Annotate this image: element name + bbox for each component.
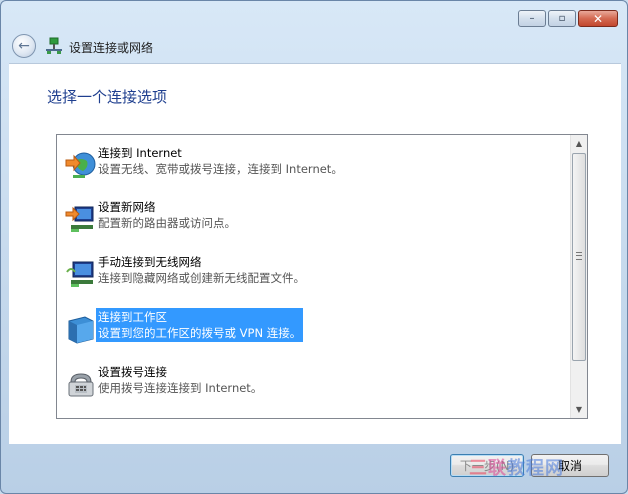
minimize-button[interactable]: – [518,10,546,27]
option-title: 设置新网络 [98,200,156,214]
option-title: 连接到工作区 [98,310,167,324]
option-new-network[interactable]: 设置新网络 配置新的路由器或访问点。 [61,197,566,241]
watermark-part: 教程网 [507,458,564,479]
watermark-part: 联 [488,458,507,479]
option-description: 设置无线、宽带或拨号连接，连接到 Internet。 [98,162,343,176]
watermark: 三联教程网 [469,454,564,480]
option-description: 使用拨号连接连接到 Internet。 [98,381,263,395]
window-controls: – ▫ ✕ [518,10,618,27]
option-text: 设置拨号连接 使用拨号连接连接到 Internet。 [96,363,264,397]
scroll-up-icon: ▲ [575,139,583,148]
watermark-part: 三 [469,458,488,479]
globe-network-icon [65,152,96,178]
wireless-network-icon [66,261,94,287]
content-area: 选择一个连接选项 连接到 Internet 设置无线、宽带或拨号连接，连接到 I… [9,63,621,444]
back-arrow-icon: ← [18,38,30,54]
minimize-icon: – [529,13,535,24]
option-text: 连接到 Internet 设置无线、宽带或拨号连接，连接到 Internet。 [96,144,345,178]
option-title: 手动连接到无线网络 [98,255,202,269]
option-manual-wireless[interactable]: 手动连接到无线网络 连接到隐藏网络或创建新无线配置文件。 [61,252,566,296]
window-title: 设置连接或网络 [69,41,154,55]
back-button[interactable]: ← [12,34,36,58]
option-text: 手动连接到无线网络 连接到隐藏网络或创建新无线配置文件。 [96,253,307,287]
option-description: 设置到您的工作区的拨号或 VPN 连接。 [98,326,302,340]
option-text: 连接到工作区 设置到您的工作区的拨号或 VPN 连接。 [96,308,304,342]
dialup-phone-icon [68,373,94,397]
grip-icon [576,252,582,260]
scroll-down-button[interactable]: ▼ [571,401,587,418]
connection-options-list[interactable]: 连接到 Internet 设置无线、宽带或拨号连接，连接到 Internet。 … [56,134,588,419]
option-text: 设置新网络 配置新的路由器或访问点。 [96,198,238,232]
workplace-icon [68,316,94,344]
option-description: 连接到隐藏网络或创建新无线配置文件。 [98,271,305,285]
scroll-up-button[interactable]: ▲ [571,135,587,152]
option-title: 设置拨号连接 [98,365,167,379]
close-icon: ✕ [592,11,604,26]
option-description: 配置新的路由器或访问点。 [98,216,236,230]
dialog-window: – ▫ ✕ ← 设置连接或网络 选择一个连接选项 连接到 Internet 设置… [0,0,628,494]
option-dialup[interactable]: 设置拨号连接 使用拨号连接连接到 Internet。 [61,362,566,406]
maximize-icon: ▫ [558,13,566,24]
scroll-thumb[interactable] [572,153,586,361]
option-title: 连接到 Internet [98,146,182,160]
option-connect-workplace[interactable]: 连接到工作区 设置到您的工作区的拨号或 VPN 连接。 [61,307,566,351]
close-button[interactable]: ✕ [578,10,618,27]
option-connect-internet[interactable]: 连接到 Internet 设置无线、宽带或拨号连接，连接到 Internet。 [61,143,566,187]
page-heading: 选择一个连接选项 [47,88,168,106]
network-setup-icon [46,37,62,54]
maximize-button[interactable]: ▫ [548,10,576,27]
new-network-icon [65,206,94,232]
vertical-scrollbar[interactable]: ▲ ▼ [570,135,587,418]
scroll-down-icon: ▼ [575,405,583,414]
